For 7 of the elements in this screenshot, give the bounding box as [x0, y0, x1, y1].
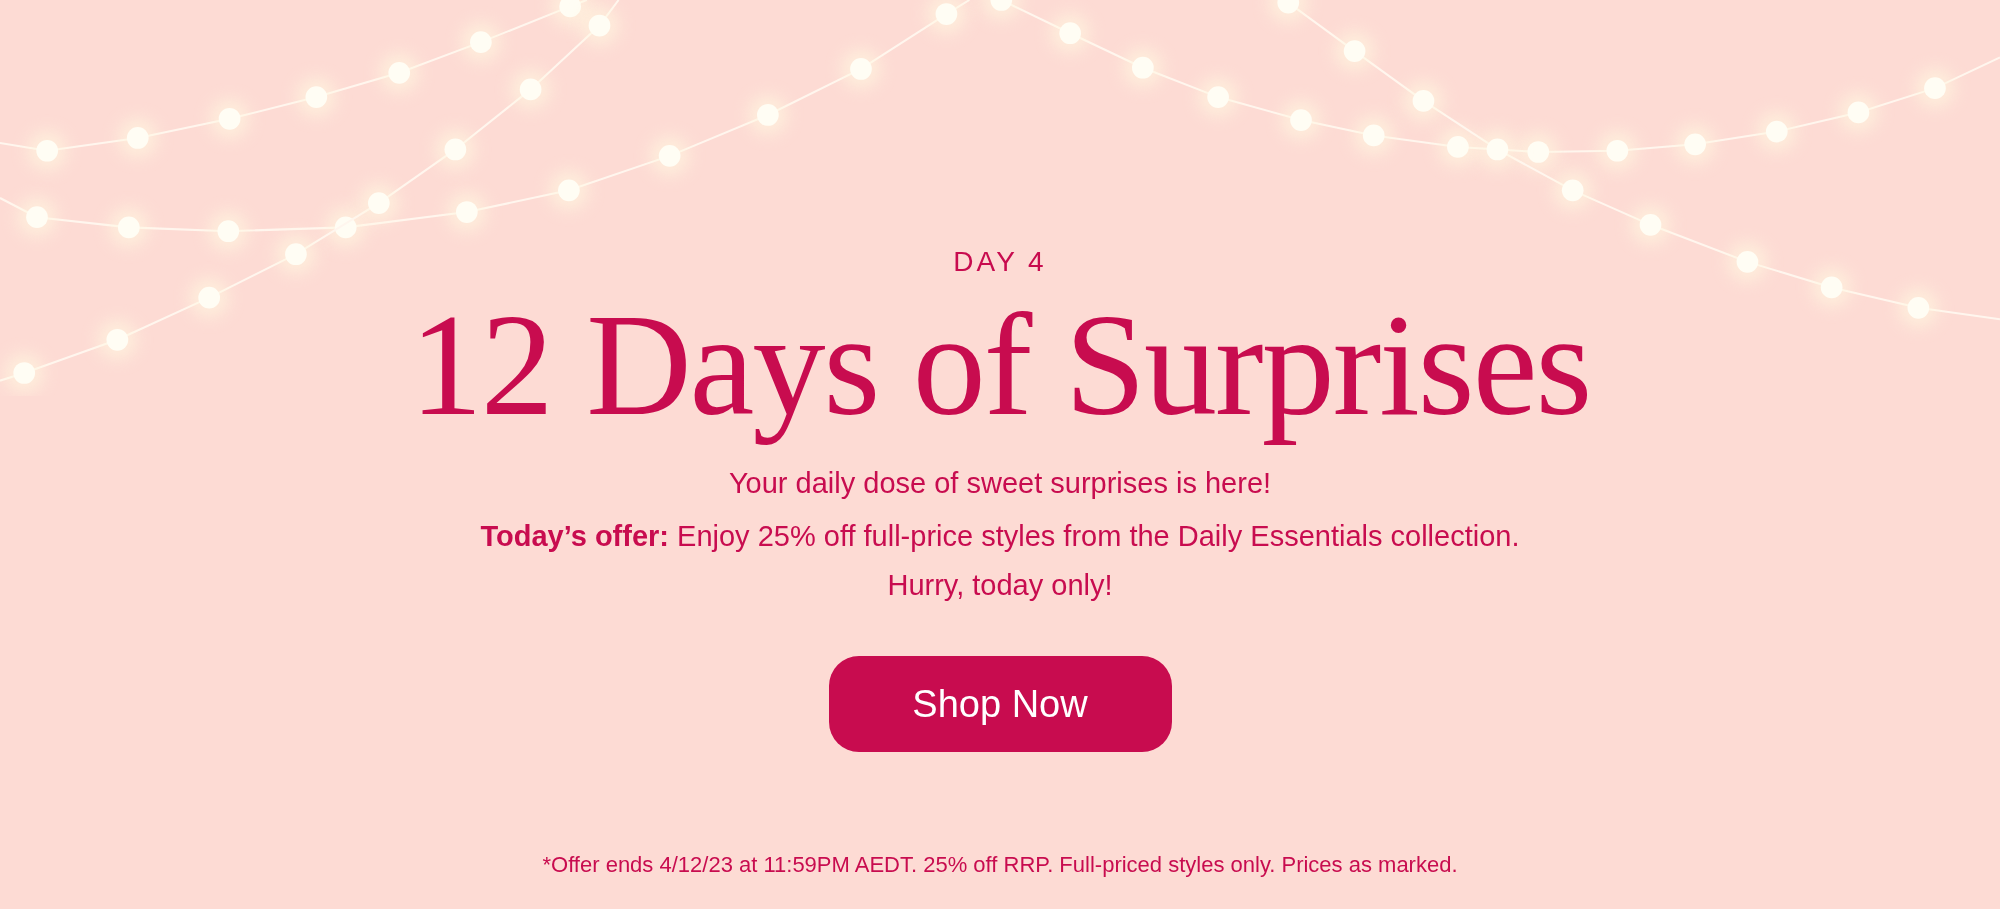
eyebrow-label: DAY 4 — [953, 246, 1047, 278]
banner-title: 12 Days of Surprises — [409, 283, 1591, 448]
shop-now-button[interactable]: Shop Now — [828, 656, 1172, 753]
footnote-text: *Offer ends 4/12/23 at 11:59PM AEDT. 25% off RRP. Full-priced styles only. Prices as marked. — [542, 852, 1458, 879]
offer-text: Today’s offer: Enjoy 25% off full-price styles from the Daily Essentials collection. — [480, 520, 1520, 554]
closing-text: Hurry, today only! — [887, 569, 1113, 603]
subtitle-text: Your daily dose of sweet surprises is here! — [728, 467, 1272, 501]
